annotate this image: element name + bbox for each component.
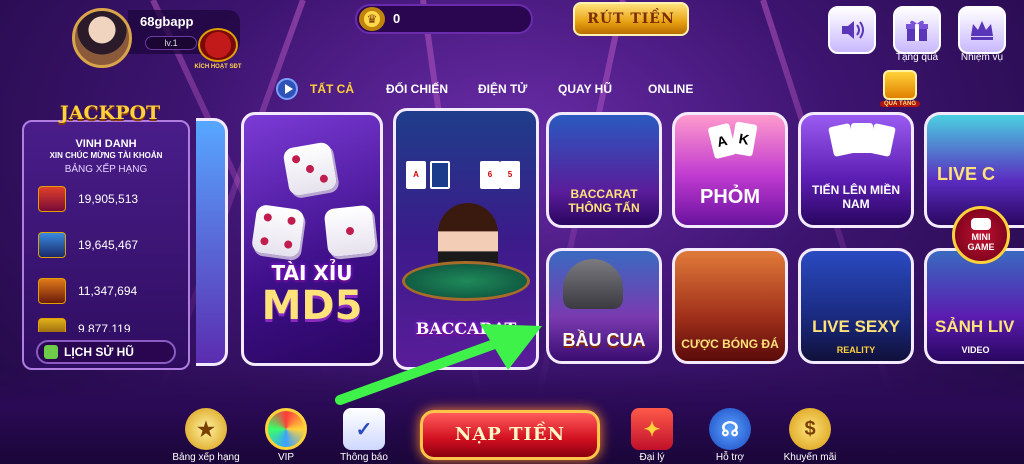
nav-support[interactable]: ☊ Hỗ trợ	[706, 408, 754, 463]
bowl-icon	[563, 259, 623, 309]
game-card-phom[interactable]: A K PHỎM	[672, 112, 788, 228]
speaker-icon	[842, 21, 864, 39]
username: 68gbapp	[140, 14, 194, 29]
than-tai-den-thumb	[38, 278, 66, 304]
green-arrow-annotation	[335, 324, 542, 405]
tab-quay-hu[interactable]: QUAY HŨ	[558, 80, 648, 98]
nav-agent-label: Đại lý	[639, 452, 665, 463]
gift-label: Tặng quà	[895, 52, 939, 63]
playing-card-6: 6	[480, 161, 500, 189]
nav-ranking[interactable]: ★ Bảng xếp hạng	[166, 408, 246, 463]
game-label: TIẾN LÊN MIỀN NAM	[811, 183, 900, 211]
game-card-sanh-live[interactable]: SẢNH LIV VIDEO	[924, 248, 1024, 364]
coin-amount: 0	[393, 11, 401, 26]
jackpot-amount: 11,347,694	[78, 284, 138, 298]
sound-button[interactable]	[828, 6, 876, 54]
gift-badge-label: QUÀ TẶNG	[880, 101, 920, 107]
game-label: LIVE SEXY	[812, 317, 900, 336]
congrats-text: XIN CHÚC MỪNG TÀI KHOẢN	[49, 151, 163, 160]
history-icon	[44, 345, 58, 359]
nav-notice-label: Thông báo	[340, 452, 388, 463]
nav-promo[interactable]: $ Khuyến mãi	[778, 408, 842, 463]
phone-activate-icon	[198, 28, 238, 62]
mission-button[interactable]	[958, 6, 1006, 54]
game-card-baccarat-thong-tan[interactable]: BACCARAT THÔNG TẤN	[546, 112, 662, 228]
coin-balance[interactable]: ♛ 0	[355, 4, 533, 34]
than-tai-thumb	[38, 186, 66, 212]
crown-icon	[971, 21, 993, 40]
game-label: LIVE C	[937, 164, 996, 184]
star-trophy-icon: ★	[185, 408, 227, 450]
leaderboard-heading: BẢNG XẾP HẠNG	[64, 164, 148, 175]
nav-vip[interactable]: VIP	[262, 408, 310, 463]
calendar-check-icon: ✓	[343, 408, 385, 450]
gamepad-icon	[971, 218, 991, 230]
gift-box-icon: ✦	[631, 408, 673, 450]
game-label: PHỎM	[700, 186, 760, 208]
avatar[interactable]	[72, 8, 132, 68]
wheel-icon	[265, 408, 307, 450]
jackpot-row: 19,905,513	[38, 186, 188, 212]
withdraw-button[interactable]: RÚT TIỀN	[573, 2, 689, 36]
playing-card-5: 5	[500, 161, 520, 189]
jackpot-row: 11,347,694	[38, 278, 188, 304]
deposit-button[interactable]: NẠP TIỀN	[420, 410, 600, 460]
activate-phone-button[interactable]: KÍCH HOẠT SĐT	[190, 28, 246, 74]
gift-box-icon	[883, 70, 917, 100]
game-card-partial[interactable]	[196, 118, 228, 366]
jackpot-row: 9,877,119	[38, 318, 188, 332]
playing-card-k: K	[730, 121, 758, 157]
tab-doi-chien[interactable]: ĐỐI CHIẾN	[386, 80, 478, 98]
crown-coin-icon: ♛	[359, 7, 385, 31]
jackpot-row: 19,645,467	[38, 232, 188, 258]
game-label: CƯỢC BÓNG ĐÁ	[681, 337, 779, 351]
game-label: TÀI XỈU	[271, 261, 353, 285]
tab-dien-tu[interactable]: ĐIỆN TỬ	[478, 80, 558, 98]
baccarat-table-image	[402, 261, 530, 301]
dice-icon	[250, 203, 306, 259]
nav-support-label: Hỗ trợ	[715, 452, 745, 463]
mission-label: Nhiệm vụ	[960, 52, 1004, 63]
jackpot-amount: 9,877,119	[78, 322, 131, 332]
game-card-tien-len[interactable]: TIẾN LÊN MIỀN NAM	[798, 112, 914, 228]
jackpot-title: JACKPOT	[59, 102, 161, 124]
gift-badge-button[interactable]: QUÀ TẶNG	[880, 70, 920, 112]
dice-icon	[323, 204, 377, 258]
jackpot-amount: 19,905,513	[78, 192, 139, 206]
nav-agent[interactable]: ✦ Đại lý	[628, 408, 676, 463]
headset-icon: ☊	[709, 408, 751, 450]
playing-card-a: A	[406, 161, 426, 189]
nav-ranking-label: Bảng xếp hạng	[172, 452, 240, 463]
activate-label: KÍCH HOẠT SĐT	[194, 64, 242, 70]
jackpot-amount: 19,645,467	[78, 238, 139, 252]
game-label: SẢNH LIV	[935, 317, 1015, 336]
game-card-live-sexy[interactable]: LIVE SEXY REALITY	[798, 248, 914, 364]
mini-game-label: MINI GAME	[967, 232, 995, 252]
game-sublabel: REALITY	[836, 345, 876, 355]
gift-button[interactable]	[893, 6, 941, 54]
category-tabs: TẤT CẢ ĐỐI CHIẾN ĐIỆN TỬ QUAY HŨ ONLINE	[310, 80, 708, 98]
game-sublabel: VIDEO	[961, 345, 990, 355]
game-card-cuoc-bong-da[interactable]: CƯỢC BÓNG ĐÁ	[672, 248, 788, 364]
jackpot-history-button[interactable]: LỊCH SỬ HŨ	[36, 340, 176, 364]
playing-card-back	[430, 161, 450, 189]
tab-online[interactable]: ONLINE	[648, 80, 708, 98]
nav-vip-label: VIP	[277, 452, 295, 463]
tab-tat-ca[interactable]: TẤT CẢ	[310, 80, 386, 98]
game-label: BẦU CUA	[562, 330, 646, 350]
nav-notice[interactable]: ✓ Thông báo	[334, 408, 394, 463]
dollar-coin-icon: $	[789, 408, 831, 450]
mini-game-button[interactable]: MINI GAME	[952, 206, 1010, 264]
vinh-danh-heading: VINH DANH	[75, 138, 137, 150]
nav-promo-label: Khuyến mãi	[783, 452, 837, 463]
game-label: BACCARAT THÔNG TẤN	[568, 187, 640, 215]
game-card-bau-cua[interactable]: BẦU CUA	[546, 248, 662, 364]
jackpot-history-label: LỊCH SỬ HŨ	[64, 345, 134, 359]
gift-icon	[906, 20, 928, 41]
pirate-king-thumb	[38, 232, 66, 258]
play-icon[interactable]	[276, 78, 298, 100]
dice-icon	[282, 141, 338, 197]
jackpot-game-thumb	[38, 318, 66, 332]
playing-card	[868, 123, 896, 157]
